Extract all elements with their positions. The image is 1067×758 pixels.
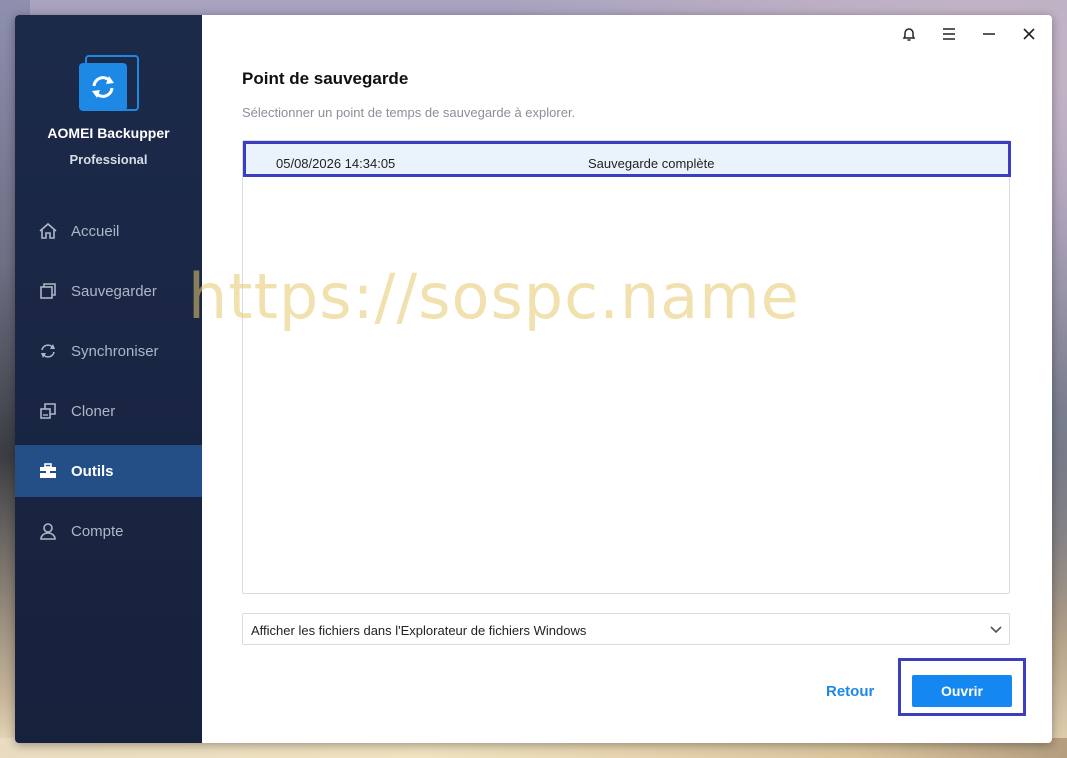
explore-mode-value: Afficher les fichiers dans l'Explorateur…: [251, 623, 587, 638]
sync-icon: [37, 340, 59, 362]
sidebar-item-label: Synchroniser: [71, 342, 159, 360]
table-row[interactable]: 05/08/2026 14:34:05 Sauvegarde complète: [243, 141, 1011, 177]
backup-icon: [37, 280, 59, 302]
sidebar-item-label: Outils: [71, 462, 114, 480]
app-window: AOMEI Backupper Professional Accueil Sau…: [15, 15, 1052, 743]
chevron-down-icon: [989, 622, 1003, 636]
home-icon: [37, 220, 59, 242]
sidebar-item-sauvegarder[interactable]: Sauvegarder: [15, 265, 202, 317]
sidebar: AOMEI Backupper Professional Accueil Sau…: [15, 15, 202, 743]
sidebar-item-label: Accueil: [71, 222, 120, 240]
app-logo-icon: [77, 53, 139, 115]
app-edition: Professional: [69, 152, 148, 167]
close-icon[interactable]: [1018, 23, 1040, 45]
app-name: AOMEI Backupper: [47, 125, 170, 141]
toolbox-icon: [37, 460, 59, 482]
main-content: Point de sauvegarde Sélectionner un poin…: [242, 15, 1026, 743]
explore-mode-select[interactable]: Afficher les fichiers dans l'Explorateur…: [242, 613, 1010, 645]
backup-point-list: 05/08/2026 14:34:05 Sauvegarde complète: [242, 140, 1011, 594]
sidebar-item-compte[interactable]: Compte: [15, 505, 202, 557]
sidebar-nav: Accueil Sauvegarder Synchroniser Cloner: [15, 205, 202, 565]
user-icon: [37, 520, 59, 542]
sidebar-item-outils[interactable]: Outils: [15, 445, 202, 497]
backup-type-cell: Sauvegarde complète: [588, 156, 715, 171]
page-subtitle: Sélectionner un point de temps de sauveg…: [242, 105, 576, 120]
open-button[interactable]: Ouvrir: [912, 675, 1012, 707]
clone-icon: [37, 400, 59, 422]
sidebar-item-label: Compte: [71, 522, 124, 540]
sidebar-item-synchroniser[interactable]: Synchroniser: [15, 325, 202, 377]
backup-time-cell: 05/08/2026 14:34:05: [276, 156, 396, 171]
back-button[interactable]: Retour: [826, 683, 874, 700]
page-title: Point de sauvegarde: [242, 69, 409, 88]
sidebar-item-label: Sauvegarder: [71, 282, 157, 300]
sidebar-item-label: Cloner: [71, 402, 116, 420]
sidebar-item-accueil[interactable]: Accueil: [15, 205, 202, 257]
sidebar-item-cloner[interactable]: Cloner: [15, 385, 202, 437]
